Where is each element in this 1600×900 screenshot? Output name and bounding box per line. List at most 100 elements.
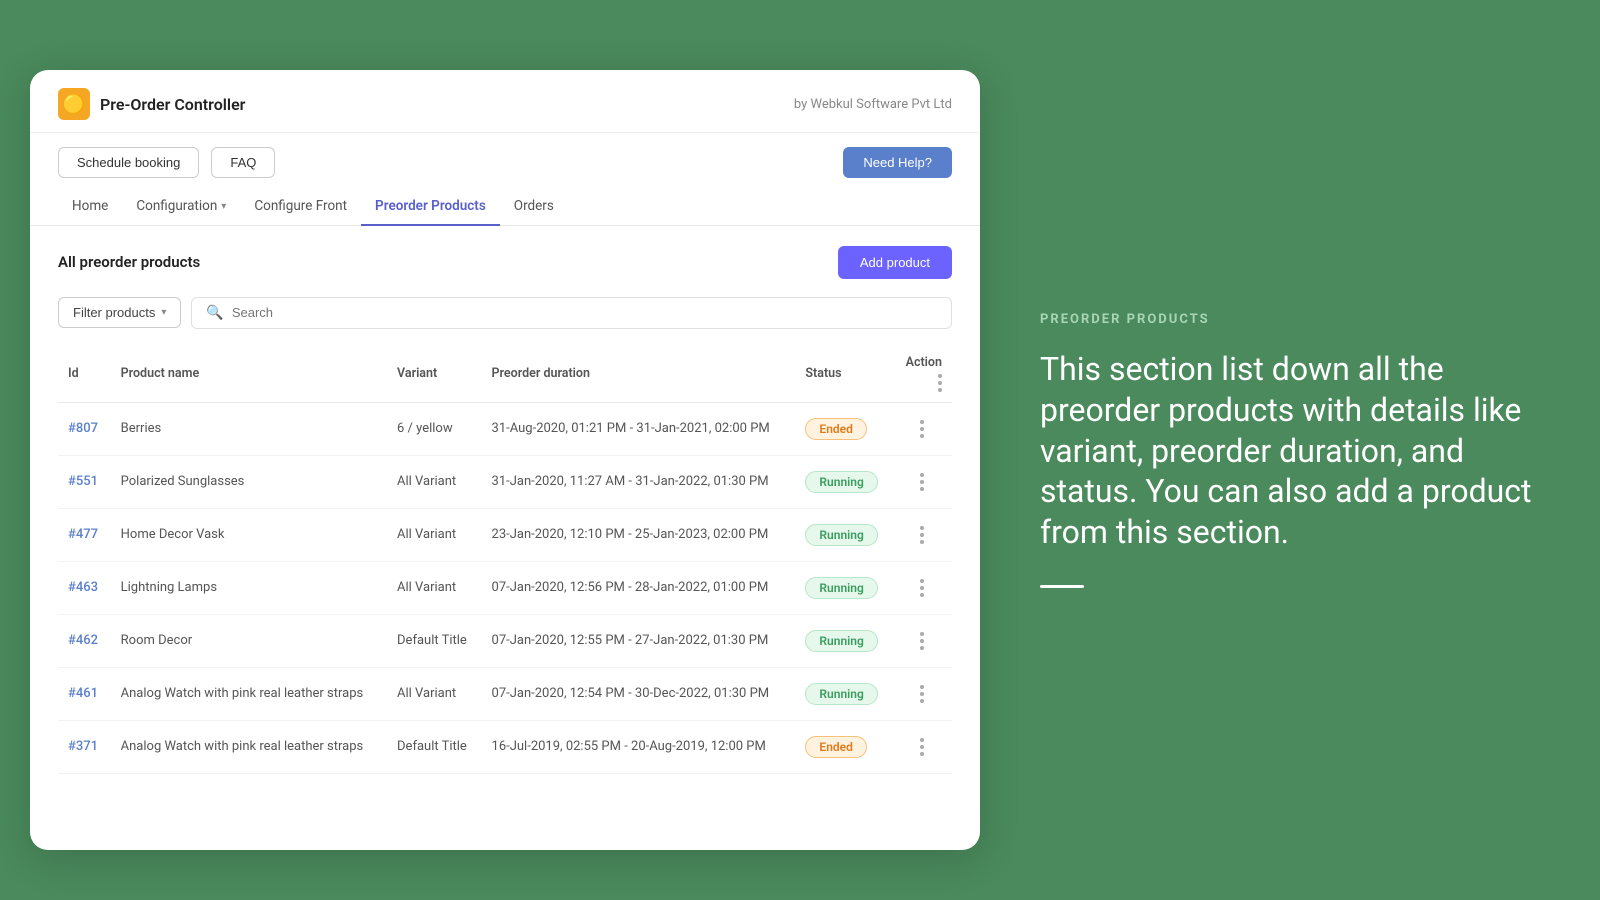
cell-action (893, 402, 952, 455)
action-menu-button[interactable] (903, 734, 942, 760)
tab-orders[interactable]: Orders (500, 188, 568, 226)
cell-duration: 07-Jan-2020, 12:55 PM - 27-Jan-2022, 01:… (482, 614, 796, 667)
status-badge: Running (805, 683, 877, 705)
cell-variant: Default Title (387, 614, 482, 667)
add-product-button[interactable]: Add product (838, 246, 952, 279)
header-by: by Webkul Software Pvt Ltd (794, 97, 952, 112)
action-menu-button[interactable] (903, 575, 942, 601)
table-row: #462 Room Decor Default Title 07-Jan-202… (58, 614, 952, 667)
cell-id[interactable]: #371 (58, 720, 111, 773)
action-menu-button[interactable] (903, 416, 942, 442)
cell-id[interactable]: #807 (58, 402, 111, 455)
cell-status: Running (795, 667, 892, 720)
search-box: 🔍 (191, 297, 952, 329)
content-area: All preorder products Add product Filter… (30, 226, 980, 851)
table-row: #807 Berries 6 / yellow 31-Aug-2020, 01:… (58, 402, 952, 455)
cell-duration: 07-Jan-2020, 12:54 PM - 30-Dec-2022, 01:… (482, 667, 796, 720)
action-menu-button[interactable] (903, 681, 942, 707)
main-panel: 🟡 Pre-Order Controller by Webkul Softwar… (30, 70, 980, 850)
cell-action (893, 455, 952, 508)
app-logo: 🟡 Pre-Order Controller (58, 88, 245, 120)
cell-action (893, 508, 952, 561)
table-wrap: Id Product name Variant Preorder duratio… (58, 347, 952, 774)
th-product-name: Product name (111, 347, 387, 403)
need-help-button[interactable]: Need Help? (843, 147, 952, 178)
table-row: #371 Analog Watch with pink real leather… (58, 720, 952, 773)
cell-id[interactable]: #461 (58, 667, 111, 720)
app-header: 🟡 Pre-Order Controller by Webkul Softwar… (30, 70, 980, 133)
th-status: Status (795, 347, 892, 403)
rp-label: PREORDER PRODUCTS (1040, 312, 1540, 327)
action-menu-button[interactable] (903, 628, 942, 654)
th-preorder-duration: Preorder duration (482, 347, 796, 403)
cell-variant: All Variant (387, 508, 482, 561)
rp-divider (1040, 585, 1084, 588)
cell-action (893, 561, 952, 614)
table-row: #551 Polarized Sunglasses All Variant 31… (58, 455, 952, 508)
chevron-down-icon: ▾ (221, 201, 226, 212)
right-panel: PREORDER PRODUCTS This section list down… (980, 252, 1600, 649)
cell-id[interactable]: #551 (58, 455, 111, 508)
rp-description: This section list down all the preorder … (1040, 349, 1540, 554)
table-header-row: Id Product name Variant Preorder duratio… (58, 347, 952, 403)
cell-status: Ended (795, 402, 892, 455)
cell-product-name: Lightning Lamps (111, 561, 387, 614)
cell-status: Running (795, 508, 892, 561)
th-variant: Variant (387, 347, 482, 403)
section-title: All preorder products (58, 253, 200, 271)
table-row: #461 Analog Watch with pink real leather… (58, 667, 952, 720)
section-header: All preorder products Add product (58, 246, 952, 279)
cell-id[interactable]: #462 (58, 614, 111, 667)
cell-duration: 31-Jan-2020, 11:27 AM - 31-Jan-2022, 01:… (482, 455, 796, 508)
table-row: #463 Lightning Lamps All Variant 07-Jan-… (58, 561, 952, 614)
cell-product-name: Polarized Sunglasses (111, 455, 387, 508)
cell-product-name: Berries (111, 402, 387, 455)
action-menu-button[interactable] (903, 522, 942, 548)
tab-preorder-products[interactable]: Preorder Products (361, 188, 500, 226)
table-body: #807 Berries 6 / yellow 31-Aug-2020, 01:… (58, 402, 952, 773)
app-title: Pre-Order Controller (100, 95, 245, 114)
search-icon: 🔍 (206, 305, 223, 321)
cell-id[interactable]: #477 (58, 508, 111, 561)
cell-variant: 6 / yellow (387, 402, 482, 455)
status-badge: Running (805, 577, 877, 599)
cell-product-name: Home Decor Vask (111, 508, 387, 561)
cell-action (893, 667, 952, 720)
th-id: Id (58, 347, 111, 403)
status-badge: Running (805, 524, 877, 546)
page-wrapper: 🟡 Pre-Order Controller by Webkul Softwar… (0, 0, 1600, 900)
th-action: Action (893, 347, 952, 403)
cell-variant: All Variant (387, 455, 482, 508)
action-header-dots (938, 374, 942, 392)
action-menu-button[interactable] (903, 469, 942, 495)
cell-id[interactable]: #463 (58, 561, 111, 614)
schedule-booking-button[interactable]: Schedule booking (58, 147, 199, 178)
filter-products-button[interactable]: Filter products ▾ (58, 297, 181, 328)
faq-button[interactable]: FAQ (211, 147, 275, 178)
tab-configuration[interactable]: Configuration ▾ (122, 188, 240, 226)
cell-status: Running (795, 455, 892, 508)
filter-row: Filter products ▾ 🔍 (58, 297, 952, 329)
tab-configure-front[interactable]: Configure Front (240, 188, 361, 226)
cell-variant: All Variant (387, 561, 482, 614)
status-badge: Ended (805, 418, 866, 440)
tab-home[interactable]: Home (58, 188, 122, 226)
nav-tabs: Home Configuration ▾ Configure Front Pre… (30, 188, 980, 226)
search-input[interactable] (232, 305, 937, 320)
cell-variant: Default Title (387, 720, 482, 773)
cell-status: Ended (795, 720, 892, 773)
cell-status: Running (795, 561, 892, 614)
status-badge: Ended (805, 736, 866, 758)
table-row: #477 Home Decor Vask All Variant 23-Jan-… (58, 508, 952, 561)
filter-chevron-icon: ▾ (161, 307, 166, 318)
cell-duration: 23-Jan-2020, 12:10 PM - 25-Jan-2023, 02:… (482, 508, 796, 561)
products-table: Id Product name Variant Preorder duratio… (58, 347, 952, 774)
status-badge: Running (805, 630, 877, 652)
cell-action (893, 614, 952, 667)
cell-variant: All Variant (387, 667, 482, 720)
cell-product-name: Room Decor (111, 614, 387, 667)
cell-product-name: Analog Watch with pink real leather stra… (111, 667, 387, 720)
cell-duration: 16-Jul-2019, 02:55 PM - 20-Aug-2019, 12:… (482, 720, 796, 773)
cell-action (893, 720, 952, 773)
toolbar-row: Schedule booking FAQ Need Help? (30, 133, 980, 188)
